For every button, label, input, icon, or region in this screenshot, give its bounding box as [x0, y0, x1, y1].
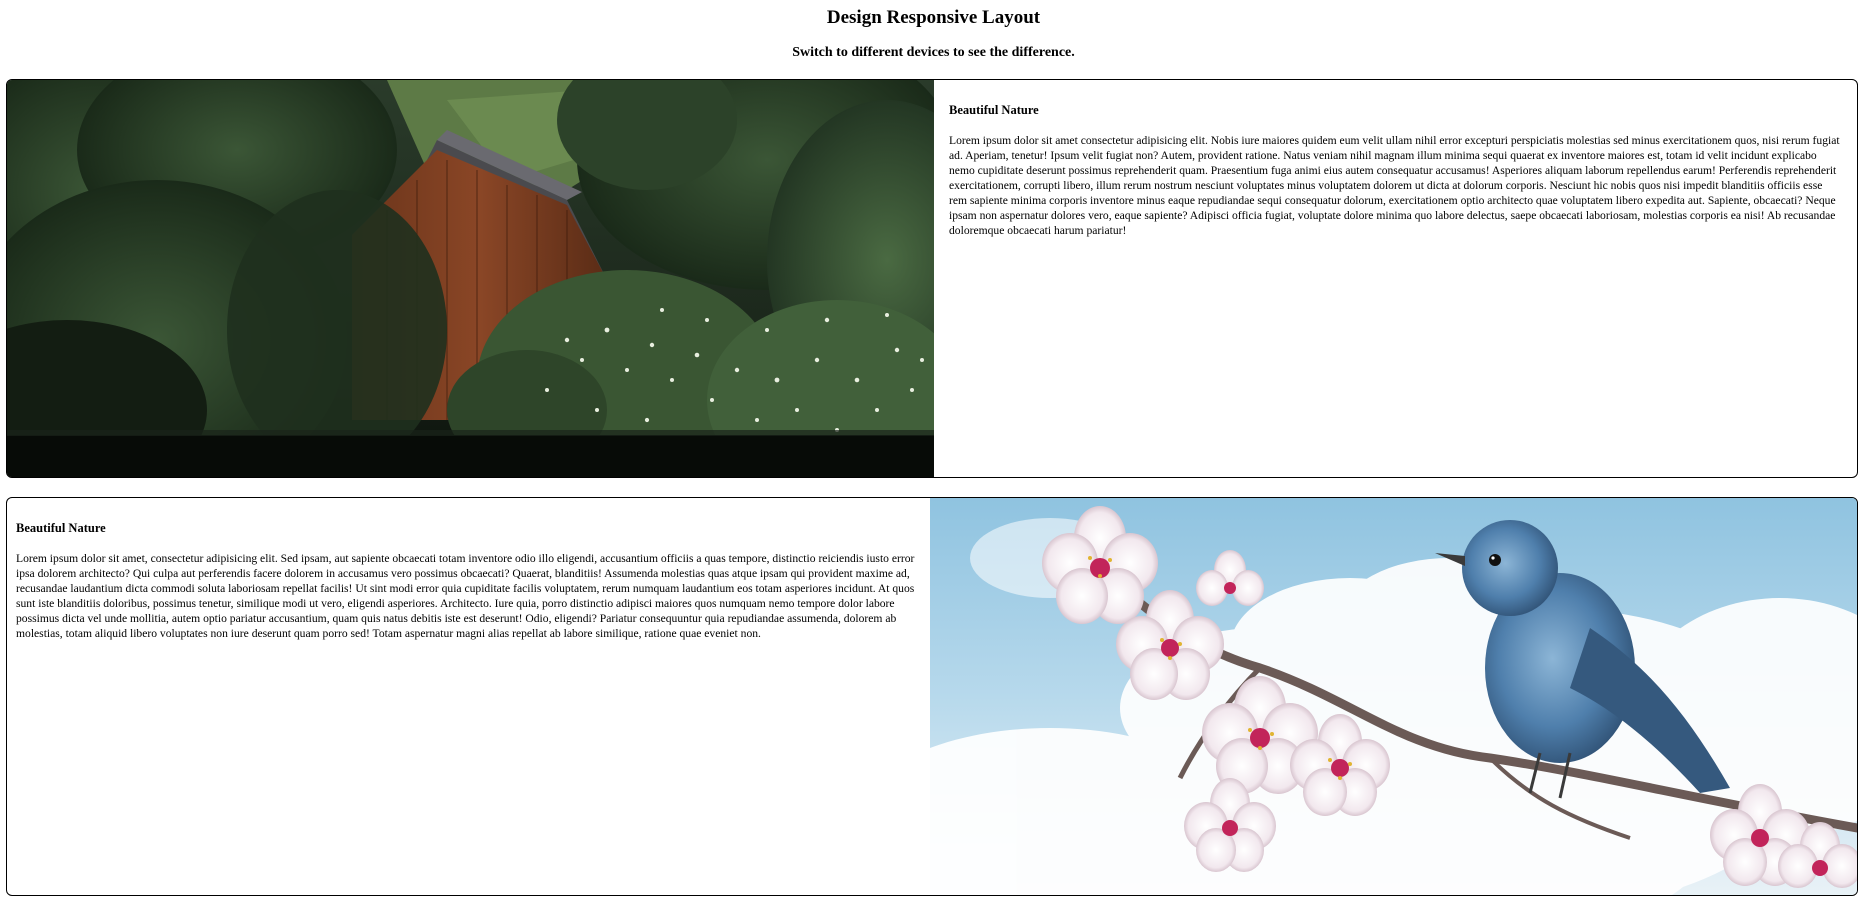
card-heading: Beautiful Nature [16, 521, 106, 535]
nature-card-1: Beautiful Nature Lorem ipsum dolor sit a… [6, 79, 1858, 478]
card-paragraph: Lorem ipsum dolor sit amet, consectetur … [16, 552, 915, 640]
card-paragraph: Lorem ipsum dolor sit amet consectetur a… [949, 134, 1840, 237]
page: Design Responsive Layout Switch to diffe… [0, 0, 1867, 909]
forest-cabin-image [7, 80, 934, 477]
card-text-2: Beautiful Nature Lorem ipsum dolor sit a… [7, 498, 930, 895]
card-text-1: Beautiful Nature Lorem ipsum dolor sit a… [934, 80, 1857, 477]
bird-blossom-image [930, 498, 1857, 895]
page-subtitle: Switch to different devices to see the d… [792, 45, 1075, 60]
page-title: Design Responsive Layout [826, 7, 1041, 28]
card-heading: Beautiful Nature [949, 103, 1039, 117]
nature-card-2: Beautiful Nature Lorem ipsum dolor sit a… [6, 497, 1858, 896]
